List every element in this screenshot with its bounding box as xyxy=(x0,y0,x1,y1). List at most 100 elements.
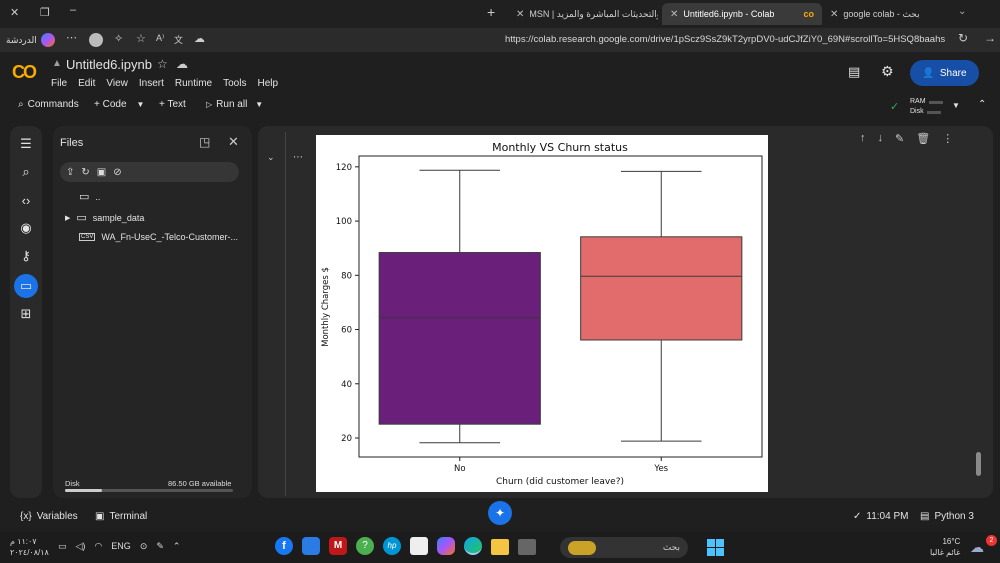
refresh-icon[interactable]: ↻ xyxy=(958,31,968,45)
files-folder-icon[interactable]: ▭ xyxy=(14,274,38,298)
menu-tools[interactable]: Tools xyxy=(223,78,246,89)
star-icon[interactable]: ☆ xyxy=(136,32,146,45)
volume-icon[interactable]: ◁) xyxy=(76,541,86,552)
url-field[interactable]: https://colab.research.google.com/drive/… xyxy=(505,32,945,48)
share-button[interactable]: 👤 Share xyxy=(910,60,979,86)
close-tab-icon[interactable]: ✕ xyxy=(670,9,678,20)
mcafee-icon[interactable]: M xyxy=(329,537,347,555)
close-panel-icon[interactable]: ✕ xyxy=(228,134,239,150)
expand-arrow-icon[interactable]: ▶ xyxy=(65,214,70,222)
settings-icon[interactable]: ⚙ xyxy=(881,63,894,80)
delete-icon[interactable]: 🗑 xyxy=(916,132,930,145)
file-item-csv[interactable]: CSV WA_Fn-UseC_-Telco-Customer-... xyxy=(79,232,238,242)
tab-label: Untitled6.ipynb - Colab xyxy=(683,9,775,19)
star-notebook-icon[interactable]: ☆ xyxy=(157,57,168,71)
store-icon[interactable] xyxy=(410,537,428,555)
facebook-icon[interactable]: f xyxy=(275,537,293,555)
translate-icon[interactable]: 文 xyxy=(174,33,183,46)
variables-eye-icon[interactable]: ◉ xyxy=(14,216,38,240)
forward-icon[interactable]: → xyxy=(984,31,996,45)
move-up-icon[interactable]: ↑ xyxy=(860,132,866,145)
favorites-icon[interactable]: ✧ xyxy=(114,32,123,45)
cloud-icon[interactable]: ☁ xyxy=(194,32,205,45)
minimize-window-icon[interactable]: – xyxy=(70,4,76,16)
profile-avatar[interactable] xyxy=(89,33,103,47)
x-tick-label: Yes xyxy=(653,464,668,474)
menu-file[interactable]: File xyxy=(51,78,67,89)
disk-label: Disk xyxy=(910,108,924,115)
close-window-icon[interactable]: ✕ xyxy=(10,6,19,19)
collapse-cell-icon[interactable]: ⌄ xyxy=(267,152,275,163)
menu-edit[interactable]: Edit xyxy=(78,78,95,89)
new-tab-icon[interactable]: + xyxy=(487,4,495,20)
language-indicator[interactable]: ENG xyxy=(111,541,131,552)
more-icon[interactable]: ⋯ xyxy=(66,31,77,44)
gemini-button[interactable]: ✦ xyxy=(488,501,512,525)
read-aloud-icon[interactable]: A⁾ xyxy=(156,33,164,44)
collapse-header-icon[interactable]: ⌃ xyxy=(978,99,986,110)
notebook-title[interactable]: Untitled6.ipynb xyxy=(66,57,152,72)
help-icon[interactable]: ? xyxy=(356,537,374,555)
menu-view[interactable]: View xyxy=(106,78,128,89)
hide-files-icon[interactable]: ⊘ xyxy=(113,167,121,178)
tab-colab[interactable]: ✕ Untitled6.ipynb - Colab co xyxy=(662,3,822,25)
code-snippets-icon[interactable]: ‹› xyxy=(14,188,38,212)
tab-search-icon[interactable]: ⌄ xyxy=(958,6,966,17)
colab-logo[interactable]: CO xyxy=(12,62,37,83)
tray-expand-icon[interactable]: ⌃ xyxy=(173,541,181,552)
move-down-icon[interactable]: ↓ xyxy=(878,132,884,145)
restore-window-icon[interactable]: ❐ xyxy=(40,6,50,19)
notebook-toolbar: ⌕ Commands + Code ▼ + Text ▷ Run all ▼ ✓… xyxy=(0,94,1000,120)
hp-icon[interactable]: hp xyxy=(383,537,401,555)
run-all-button[interactable]: ▷ Run all ▼ xyxy=(206,99,263,110)
edit-pencil-icon[interactable]: ✎ xyxy=(895,132,904,145)
battery-icon[interactable]: ▭ xyxy=(58,541,67,552)
variables-button[interactable]: {x} Variables xyxy=(20,511,78,522)
mail-icon[interactable] xyxy=(302,537,320,555)
find-icon[interactable]: ⌕ xyxy=(14,160,38,184)
execution-status[interactable]: ✓ 11:04 PM xyxy=(853,511,908,522)
terminal-button[interactable]: ▣ Terminal xyxy=(95,511,147,522)
runtime-indicator[interactable]: ▤ Python 3 xyxy=(920,511,974,522)
mount-drive-icon[interactable]: ▣ xyxy=(97,167,106,178)
task-view-icon[interactable] xyxy=(518,539,536,555)
add-text-button[interactable]: + Text xyxy=(159,99,186,110)
menu-runtime[interactable]: Runtime xyxy=(175,78,212,89)
toc-icon[interactable]: ☰ xyxy=(14,132,38,156)
commands-button[interactable]: ⌕ Commands xyxy=(18,99,79,110)
open-in-tab-icon[interactable]: ◳ xyxy=(199,135,210,149)
start-button[interactable] xyxy=(707,539,724,556)
chevron-down-icon[interactable]: ▼ xyxy=(137,100,145,109)
output-menu-icon[interactable]: ⋯ xyxy=(293,152,303,163)
file-item-sample-data[interactable]: ▶ ▭ sample_data xyxy=(65,211,144,224)
comments-icon[interactable]: ▤ xyxy=(848,64,860,80)
file-explorer-icon[interactable] xyxy=(491,539,509,555)
taskbar-search[interactable]: بحث xyxy=(560,537,688,558)
chevron-down-icon[interactable]: ▼ xyxy=(255,100,263,109)
location-icon[interactable]: ⊙ xyxy=(140,541,148,552)
notification-badge[interactable]: 2 xyxy=(986,535,997,546)
refresh-icon[interactable]: ↻ xyxy=(81,167,89,178)
upload-icon[interactable]: ⇪ xyxy=(66,167,74,178)
menu-insert[interactable]: Insert xyxy=(139,78,164,89)
close-tab-icon[interactable]: ✕ xyxy=(830,9,838,20)
wifi-icon[interactable]: ◠ xyxy=(94,541,102,552)
file-item-parent[interactable]: ▭ .. xyxy=(79,190,100,203)
taskbar-clock[interactable]: ١١:٠٧ م ٢٠٢٤/٠٨/١٨ xyxy=(10,536,49,558)
menu-help[interactable]: Help xyxy=(257,78,278,89)
pen-off-icon[interactable]: ✎ xyxy=(156,541,164,552)
secrets-key-icon[interactable]: ⚷ xyxy=(14,244,38,268)
edge-icon[interactable] xyxy=(464,537,482,555)
add-code-button[interactable]: + Code ▼ xyxy=(94,99,144,110)
copilot-chat-button[interactable]: الدردشة xyxy=(6,32,55,48)
resources-indicator[interactable]: RAM Disk xyxy=(910,97,943,117)
close-tab-icon[interactable]: ✕ xyxy=(516,9,524,20)
more-vert-icon[interactable]: ⋮ xyxy=(942,132,953,145)
tab-msn[interactable]: ✕ MSN | والتحديثات المباشرة والمزيد ✦ xyxy=(508,3,658,25)
chevron-down-icon[interactable]: ▼ xyxy=(952,101,960,110)
scrollbar[interactable] xyxy=(976,452,981,476)
weather-widget[interactable]: 16°C غائم غالبا xyxy=(930,536,960,558)
data-table-icon[interactable]: ⊞ xyxy=(14,302,38,326)
copilot-icon[interactable] xyxy=(437,537,455,555)
tab-google-search[interactable]: ✕ google colab - بحث xyxy=(822,3,932,25)
